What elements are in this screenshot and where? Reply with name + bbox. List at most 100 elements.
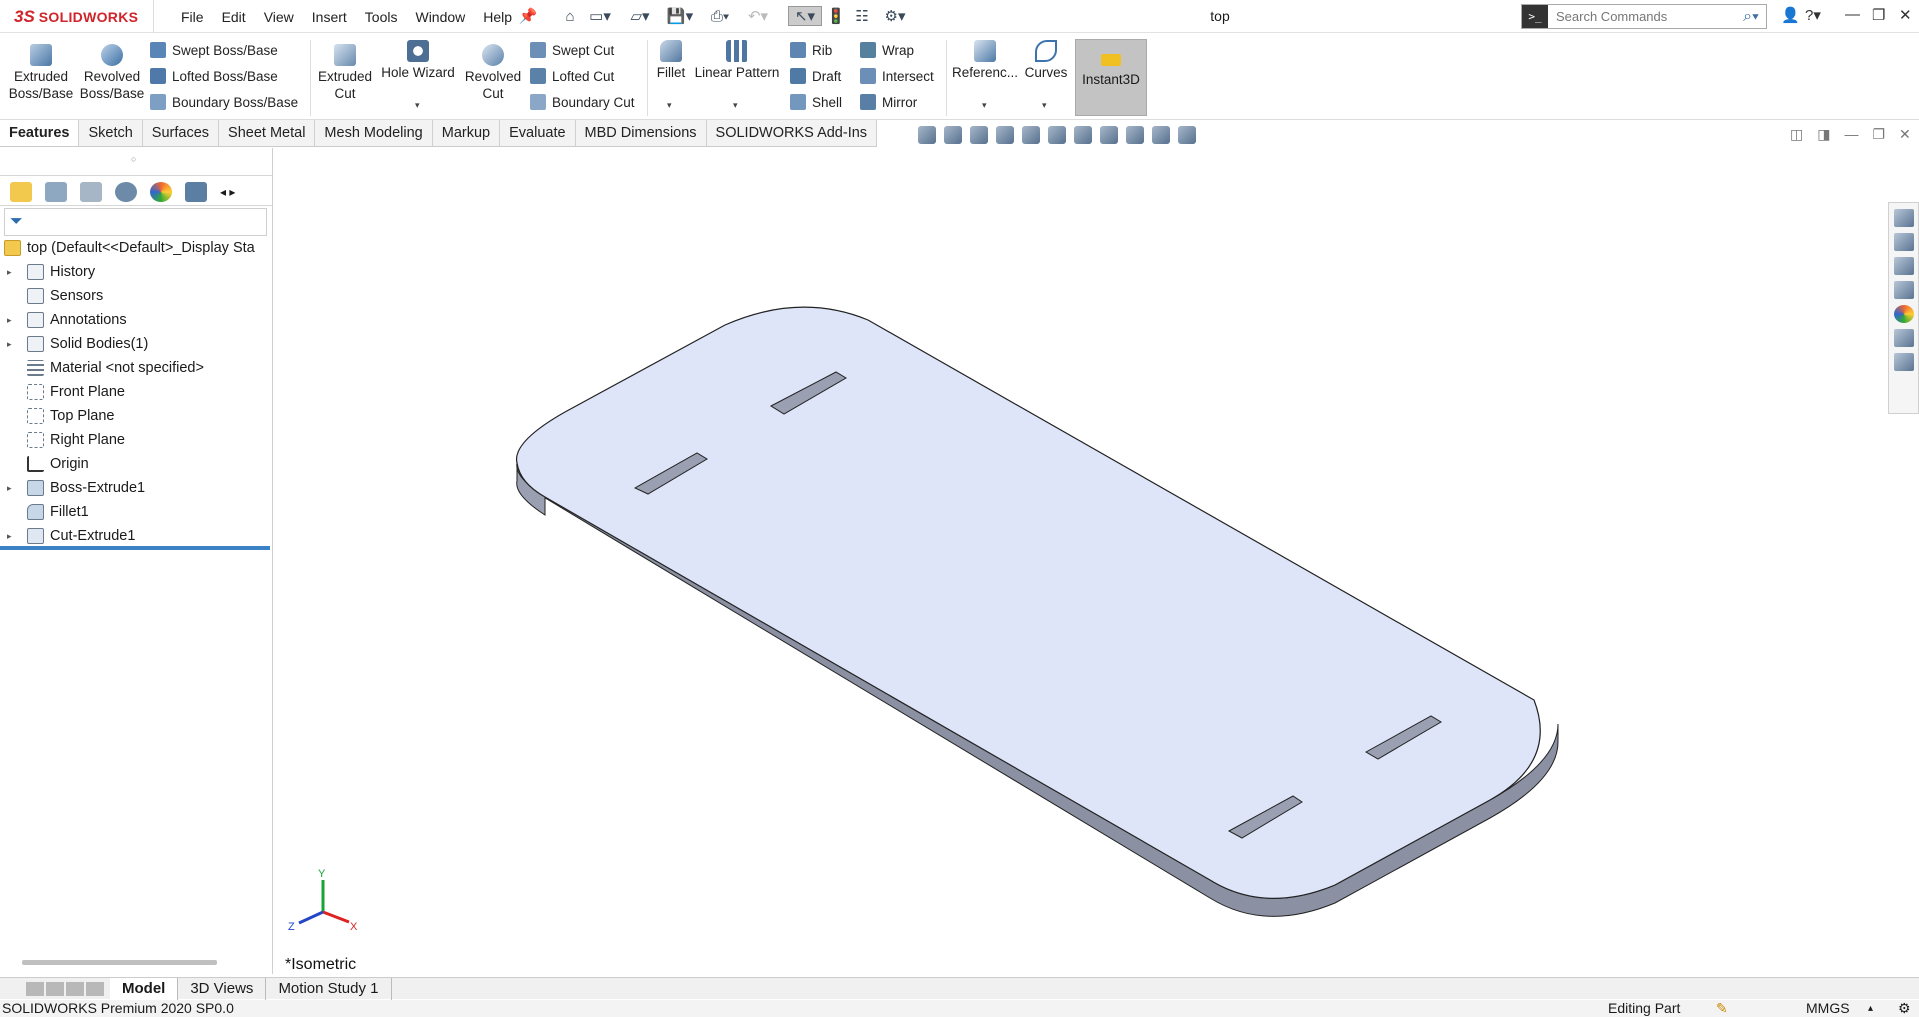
tab-motion-study-1[interactable]: Motion Study 1 (266, 977, 392, 1000)
swept-cut-button[interactable]: Swept Cut (530, 42, 614, 58)
previous-view-icon[interactable] (970, 126, 988, 144)
hole-wizard-button[interactable]: Hole Wizard (378, 40, 458, 81)
tab-features[interactable]: Features (0, 120, 80, 146)
tree-item-cut-extrude1[interactable]: ▸ Cut-Extrude1 (0, 524, 273, 548)
shell-button[interactable]: Shell (790, 94, 842, 110)
panel-tabs-scroll-icon[interactable]: ◂ ▸ (220, 185, 235, 199)
minimize-icon[interactable]: — (1845, 6, 1860, 23)
panel-horizontal-scrollbar[interactable] (22, 960, 217, 965)
tree-item-material[interactable]: Material <not specified> (0, 356, 273, 380)
tree-filter[interactable]: ⏷ (4, 208, 267, 236)
appearances-icon[interactable] (1893, 305, 1914, 323)
home-icon[interactable]: ⌂ (560, 6, 580, 26)
tab-3d-views[interactable]: 3D Views (178, 977, 267, 1000)
open-document-icon[interactable]: ▱▾ (624, 6, 656, 26)
linear-pattern-button[interactable]: Linear Pattern (692, 40, 782, 81)
search-icon[interactable]: ⌕▾ (1736, 8, 1766, 26)
select-icon[interactable]: ↖▾ (788, 6, 822, 26)
revolved-cut-button[interactable]: Revolved Cut (460, 44, 526, 102)
boundary-boss-button[interactable]: Boundary Boss/Base (150, 94, 298, 110)
search-input[interactable]: Search Commands (1548, 9, 1736, 24)
units-selector[interactable]: MMGS (1806, 1000, 1850, 1017)
zoom-to-area-icon[interactable] (944, 126, 962, 144)
display-style-icon[interactable] (1074, 126, 1092, 144)
menu-edit[interactable]: Edit (213, 9, 255, 25)
expand-icon[interactable]: ▸ (7, 524, 12, 548)
dynamic-annotation-icon[interactable] (1022, 126, 1040, 144)
tree-root-part[interactable]: top (Default<<Default>_Display Sta (0, 236, 273, 260)
tab-model[interactable]: Model (110, 977, 179, 1000)
boundary-cut-button[interactable]: Boundary Cut (530, 94, 635, 110)
menu-tools[interactable]: Tools (356, 9, 407, 25)
rebuild-icon[interactable]: 🚦 (827, 6, 846, 26)
view-settings-icon[interactable] (1178, 126, 1196, 144)
viewport-restore-icon[interactable]: ❐ (1872, 126, 1885, 143)
feature-manager-tab-icon[interactable] (10, 181, 32, 202)
forum-icon[interactable] (1893, 353, 1914, 371)
menu-insert[interactable]: Insert (303, 9, 356, 25)
swept-boss-button[interactable]: Swept Boss/Base (150, 42, 278, 58)
tab-mesh-modeling[interactable]: Mesh Modeling (315, 120, 433, 146)
pin-icon[interactable]: 📌 (518, 6, 538, 26)
lofted-boss-button[interactable]: Lofted Boss/Base (150, 68, 278, 84)
expand-icon[interactable]: ▸ (7, 476, 12, 500)
viewport-dock-left-icon[interactable]: ◫ (1790, 126, 1803, 143)
instant3d-button[interactable]: Instant3D (1075, 39, 1147, 116)
search-commands-field[interactable]: >_ Search Commands ⌕▾ (1521, 4, 1767, 29)
tree-item-right-plane[interactable]: Right Plane (0, 428, 273, 452)
first-tab-icon[interactable] (26, 981, 44, 996)
menu-window[interactable]: Window (406, 9, 474, 25)
tree-item-annotations[interactable]: ▸ Annotations (0, 308, 273, 332)
help-icon[interactable]: ?▾ (1805, 6, 1821, 24)
lofted-cut-button[interactable]: Lofted Cut (530, 68, 614, 84)
design-library-icon[interactable] (1893, 233, 1914, 251)
section-view-icon[interactable] (996, 126, 1014, 144)
new-document-icon[interactable]: ▭▾ (586, 6, 614, 26)
tree-item-origin[interactable]: Origin (0, 452, 273, 476)
solidworks-logo[interactable]: 3S SOLIDWORKS (0, 0, 154, 33)
intersect-button[interactable]: Intersect (860, 68, 934, 84)
tab-surfaces[interactable]: Surfaces (143, 120, 220, 146)
property-manager-tab-icon[interactable] (45, 181, 67, 202)
rib-button[interactable]: Rib (790, 42, 832, 58)
extruded-cut-button[interactable]: Extruded Cut (314, 44, 376, 102)
dimxpert-tab-icon[interactable] (115, 181, 137, 202)
custom-properties-icon[interactable] (1893, 329, 1914, 347)
edit-appearance-icon[interactable] (1126, 126, 1144, 144)
display-manager-tab-icon[interactable] (150, 181, 172, 202)
tab-evaluate[interactable]: Evaluate (500, 120, 576, 146)
menu-view[interactable]: View (255, 9, 303, 25)
mirror-button[interactable]: Mirror (860, 94, 917, 110)
next-tab-icon[interactable] (66, 981, 84, 996)
menu-help[interactable]: Help (474, 9, 521, 25)
viewport-close-icon[interactable]: ✕ (1899, 126, 1911, 143)
draft-button[interactable]: Draft (790, 68, 841, 84)
model-view[interactable]: Y X Z (274, 148, 1919, 974)
restore-icon[interactable]: ❐ (1872, 6, 1885, 24)
customize-status-icon[interactable]: ⚙ (1898, 1000, 1911, 1017)
tab-markup[interactable]: Markup (433, 120, 501, 146)
rollback-bar[interactable] (0, 546, 270, 550)
file-explorer-icon[interactable] (1893, 257, 1914, 275)
reference-geometry-button[interactable]: Referenc... (950, 40, 1020, 81)
last-tab-icon[interactable] (86, 981, 104, 996)
configuration-manager-tab-icon[interactable] (80, 181, 102, 202)
curves-dropdown-icon[interactable]: ▾ (1042, 100, 1047, 111)
hide-show-items-icon[interactable] (1100, 126, 1118, 144)
save-icon[interactable]: 💾▾ (664, 6, 696, 26)
options-gear-icon[interactable]: ⚙▾ (878, 6, 912, 26)
viewport-dock-right-icon[interactable]: ◨ (1817, 126, 1830, 143)
tree-item-solid-bodies[interactable]: ▸ Solid Bodies(1) (0, 332, 273, 356)
tab-solidworks-add-ins[interactable]: SOLIDWORKS Add-Ins (707, 120, 878, 146)
fillet-dropdown-icon[interactable]: ▾ (667, 100, 672, 111)
units-caret-icon[interactable]: ▴ (1868, 1000, 1873, 1017)
prev-tab-icon[interactable] (46, 981, 64, 996)
graphics-area[interactable]: Y X Z (274, 148, 1919, 974)
tree-item-fillet1[interactable]: Fillet1 (0, 500, 273, 524)
close-icon[interactable]: ✕ (1899, 6, 1912, 24)
expand-icon[interactable]: ▸ (7, 332, 12, 356)
user-icon[interactable]: 👤 (1781, 6, 1800, 24)
tree-item-top-plane[interactable]: Top Plane (0, 404, 273, 428)
reference-dropdown-icon[interactable]: ▾ (982, 100, 987, 111)
fillet-button[interactable]: Fillet (652, 40, 690, 81)
